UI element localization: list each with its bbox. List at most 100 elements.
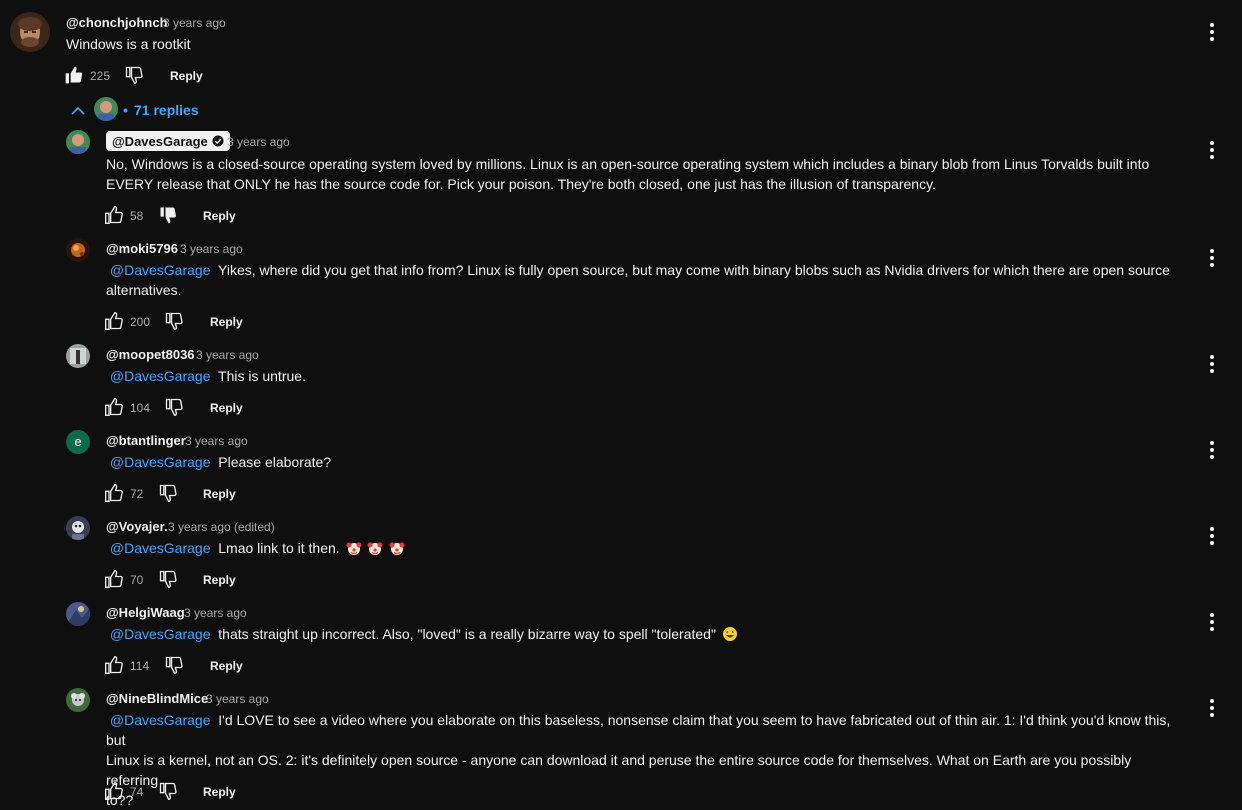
comment-author[interactable]: @Voyajer. bbox=[106, 519, 168, 534]
comment-timestamp[interactable]: 3 years ago bbox=[206, 692, 269, 706]
comment-timestamp[interactable]: 3 years ago bbox=[180, 242, 243, 256]
comment-timestamp[interactable]: 3 years ago bbox=[227, 135, 290, 149]
user-avatar[interactable] bbox=[66, 516, 90, 540]
comment-line: No, Windows is a closed-source operating… bbox=[106, 156, 1150, 172]
comment-author[interactable]: @NineBlindMice bbox=[106, 691, 208, 706]
reply-button[interactable]: Reply bbox=[203, 209, 236, 223]
comment-timestamp[interactable]: 3 years ago (edited) bbox=[168, 520, 275, 534]
like-count: 104 bbox=[130, 401, 151, 415]
creator-badge[interactable]: @DavesGarage bbox=[106, 131, 230, 151]
reply-button[interactable]: Reply bbox=[170, 69, 203, 83]
comment-text: @DavesGarage Yikes, where did you get th… bbox=[106, 260, 1186, 300]
comment-line: EVERY release that ONLY he has the sourc… bbox=[106, 176, 936, 192]
more-actions-icon[interactable] bbox=[1200, 246, 1224, 270]
dislike-icon[interactable] bbox=[158, 569, 178, 589]
comment-text: No, Windows is a closed-source operating… bbox=[106, 154, 1186, 194]
comment-line-text: This is untrue. bbox=[218, 368, 306, 384]
mention-link[interactable]: @DavesGarage bbox=[110, 262, 211, 278]
comment-author[interactable]: @moki5796 bbox=[106, 241, 178, 256]
like-count: 58 bbox=[130, 209, 144, 223]
like-icon[interactable] bbox=[104, 205, 124, 225]
verified-check-icon bbox=[212, 135, 224, 147]
more-actions-icon[interactable] bbox=[1200, 696, 1224, 720]
like-count: 200 bbox=[130, 315, 151, 329]
mention-link[interactable]: @DavesGarage bbox=[110, 454, 211, 470]
comment-line: @DavesGarage thats straight up incorrect… bbox=[106, 624, 1186, 644]
comment-text: @DavesGarage thats straight up incorrect… bbox=[106, 624, 1186, 644]
reply-button[interactable]: Reply bbox=[210, 659, 243, 673]
reply-button[interactable]: Reply bbox=[210, 401, 243, 415]
mention-link[interactable]: @DavesGarage bbox=[110, 626, 211, 642]
like-count: 114 bbox=[130, 659, 150, 673]
comment-line-text: thats straight up incorrect. Also, "love… bbox=[218, 626, 716, 642]
comment-author[interactable]: @HelgiWaag bbox=[106, 605, 185, 620]
chevron-up-icon[interactable] bbox=[70, 103, 86, 117]
like-icon[interactable] bbox=[104, 781, 124, 801]
user-avatar[interactable] bbox=[66, 238, 90, 262]
like-count: 72 bbox=[130, 487, 144, 501]
more-actions-icon[interactable] bbox=[1200, 610, 1224, 634]
dislike-icon[interactable] bbox=[124, 65, 144, 85]
reply-button[interactable]: Reply bbox=[203, 573, 236, 587]
comment-author[interactable]: @moopet8036 bbox=[106, 347, 195, 362]
more-actions-icon[interactable] bbox=[1200, 438, 1224, 462]
dislike-icon[interactable] bbox=[164, 655, 184, 675]
comment-text: @DavesGarage This is untrue. bbox=[106, 366, 1186, 386]
comment-timestamp[interactable]: 3 years ago bbox=[163, 16, 226, 30]
comment-text: @DavesGarage I'd LOVE to see a video whe… bbox=[106, 710, 1186, 810]
user-avatar[interactable] bbox=[66, 130, 90, 154]
comment-timestamp[interactable]: 3 years ago bbox=[185, 434, 248, 448]
comment-line: @DavesGarage Please elaborate? bbox=[106, 452, 1186, 472]
grinning-face-emoji-icon bbox=[722, 627, 737, 641]
comment-text: Windows is a rootkit bbox=[66, 36, 191, 52]
comment-author[interactable]: @chonchjohnch bbox=[66, 15, 168, 30]
comment-author[interactable]: @DavesGarage bbox=[112, 134, 208, 149]
more-actions-icon[interactable] bbox=[1200, 20, 1224, 44]
like-icon[interactable] bbox=[104, 311, 124, 331]
avatar-letter: e bbox=[74, 434, 82, 449]
comment-line: @DavesGarage I'd LOVE to see a video whe… bbox=[106, 710, 1186, 750]
like-icon[interactable] bbox=[104, 569, 124, 589]
comment-author[interactable]: @btantlinger bbox=[106, 433, 186, 448]
comment-timestamp[interactable]: 3 years ago bbox=[184, 606, 247, 620]
more-actions-icon[interactable] bbox=[1200, 352, 1224, 376]
clown-face-emoji-icon bbox=[346, 542, 362, 555]
mention-link[interactable]: @DavesGarage bbox=[110, 712, 211, 728]
reply-button[interactable]: Reply bbox=[203, 785, 236, 799]
comment-text: @DavesGarage Lmao link to it then. bbox=[106, 538, 1186, 558]
dislike-icon[interactable] bbox=[158, 205, 178, 225]
user-avatar[interactable]: e bbox=[66, 430, 90, 454]
user-avatar[interactable] bbox=[66, 688, 90, 712]
user-avatar[interactable] bbox=[66, 344, 90, 368]
comment-line: Linux is a kernel, not an OS. 2: it's de… bbox=[106, 752, 1132, 788]
comment-line-text: Yikes, where did you get that info from?… bbox=[218, 262, 1170, 278]
like-icon[interactable] bbox=[104, 397, 124, 417]
dislike-icon[interactable] bbox=[158, 781, 178, 801]
like-count: 225 bbox=[90, 69, 111, 83]
reply-button[interactable]: Reply bbox=[210, 315, 243, 329]
dislike-icon[interactable] bbox=[164, 311, 184, 331]
like-icon[interactable] bbox=[104, 655, 124, 675]
replies-bullet: • bbox=[123, 102, 128, 118]
reply-button[interactable]: Reply bbox=[203, 487, 236, 501]
dislike-icon[interactable] bbox=[158, 483, 178, 503]
more-actions-icon[interactable] bbox=[1200, 138, 1224, 162]
mention-link[interactable]: @DavesGarage bbox=[110, 368, 211, 384]
user-avatar[interactable] bbox=[10, 12, 50, 52]
comment-timestamp[interactable]: 3 years ago bbox=[196, 348, 259, 362]
like-icon[interactable] bbox=[64, 65, 84, 85]
like-icon[interactable] bbox=[104, 483, 124, 503]
dislike-icon[interactable] bbox=[164, 397, 184, 417]
like-count: 70 bbox=[130, 573, 144, 587]
comment-line-text: Please elaborate? bbox=[218, 454, 332, 470]
user-avatar[interactable] bbox=[66, 602, 90, 626]
clown-face-emoji-icon bbox=[367, 542, 383, 555]
mention-link[interactable]: @DavesGarage bbox=[110, 540, 211, 556]
comment-line: to?? bbox=[106, 792, 134, 808]
more-actions-icon[interactable] bbox=[1200, 524, 1224, 548]
comment-line-text: I'd LOVE to see a video where you elabor… bbox=[106, 712, 1171, 748]
comment-line: alternatives. bbox=[106, 282, 182, 298]
replies-count[interactable]: 71 replies bbox=[134, 102, 199, 118]
comment-text: @DavesGarage Please elaborate? bbox=[106, 452, 1186, 472]
like-count: 74 bbox=[130, 785, 144, 799]
